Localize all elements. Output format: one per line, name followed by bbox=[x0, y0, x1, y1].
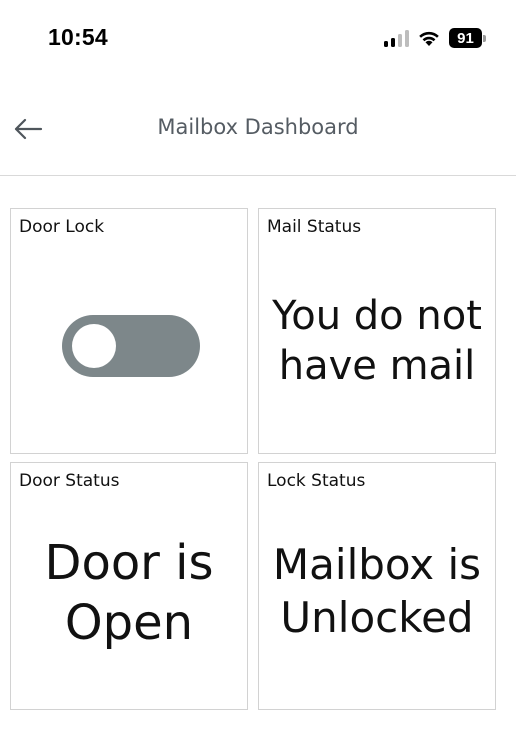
door-lock-card: Door Lock bbox=[10, 208, 248, 454]
status-icons: 91 bbox=[384, 26, 486, 50]
page-title: Mailbox Dashboard bbox=[157, 115, 359, 139]
mail-status-line1: You do not bbox=[272, 293, 482, 339]
lock-status-card: Lock Status Mailbox is Unlocked bbox=[258, 462, 496, 710]
signal-icon bbox=[384, 29, 409, 47]
door-status-line1: Door is bbox=[44, 535, 214, 591]
lock-status-line1: Mailbox is bbox=[272, 540, 482, 589]
door-status-title: Door Status bbox=[19, 471, 120, 491]
mail-status-line2: have mail bbox=[278, 343, 476, 389]
status-time: 10:54 bbox=[48, 24, 108, 50]
lock-status-text: Mailbox is Unlocked bbox=[259, 539, 495, 644]
door-status-text: Door is Open bbox=[11, 533, 247, 653]
lock-status-title: Lock Status bbox=[267, 471, 366, 491]
lock-status-line2: Unlocked bbox=[280, 592, 474, 642]
battery-level: 91 bbox=[449, 28, 482, 48]
wifi-icon bbox=[419, 31, 439, 46]
door-lock-toggle[interactable] bbox=[62, 315, 200, 377]
door-lock-title: Door Lock bbox=[19, 217, 105, 237]
status-bar: 10:54 91 bbox=[0, 0, 516, 76]
app-header: Mailbox Dashboard bbox=[0, 100, 516, 176]
mail-status-text: You do not have mail bbox=[259, 291, 495, 391]
battery-icon: 91 bbox=[449, 28, 486, 48]
door-status-card: Door Status Door is Open bbox=[10, 462, 248, 710]
mail-status-title: Mail Status bbox=[267, 217, 362, 237]
toggle-knob bbox=[72, 324, 116, 368]
mail-status-card: Mail Status You do not have mail bbox=[258, 208, 496, 454]
door-status-line2: Open bbox=[64, 595, 194, 651]
